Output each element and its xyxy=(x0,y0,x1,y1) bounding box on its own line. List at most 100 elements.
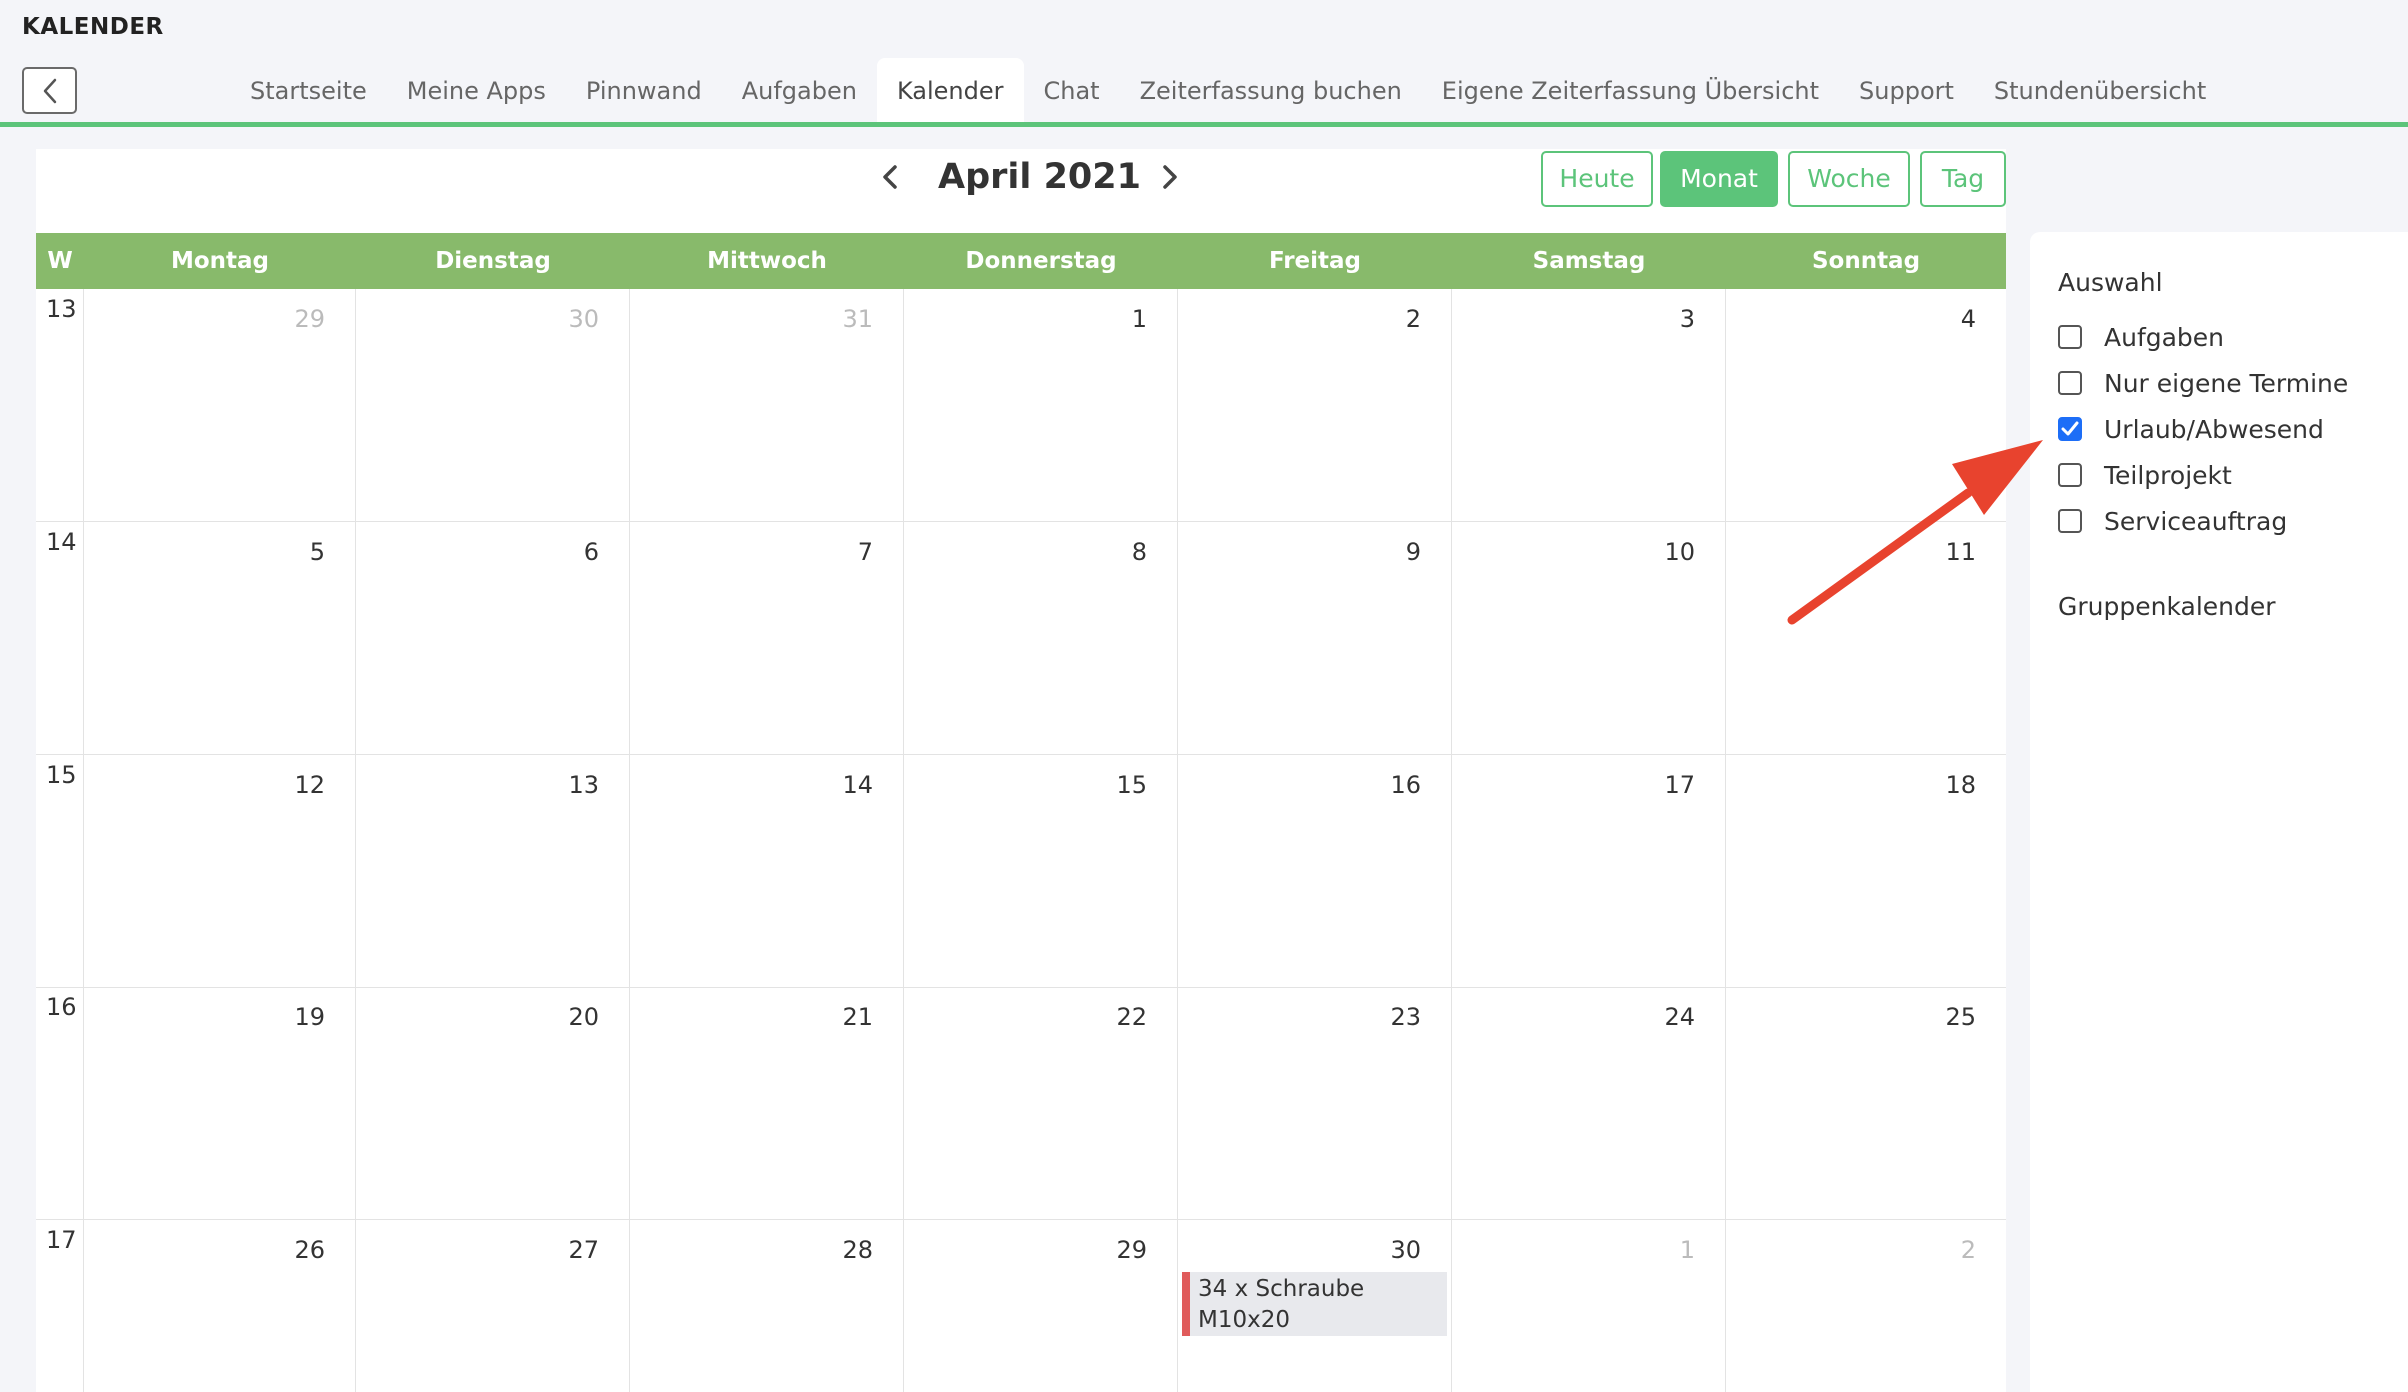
day-cell[interactable]: 3 xyxy=(1452,289,1726,522)
main-navigation: Startseite Meine Apps Pinnwand Aufgaben Kale… xyxy=(230,58,2226,122)
nav-tab-aufgaben[interactable]: Aufgaben xyxy=(722,58,877,122)
week-row: 17 26 27 28 29 30 34 x Schraube M10x20 1 2 xyxy=(36,1220,2006,1392)
checkbox-urlaub-abwesend[interactable] xyxy=(2058,417,2082,441)
day-number: 1 xyxy=(1679,1236,1695,1264)
day-cell[interactable]: 29 xyxy=(904,1220,1178,1392)
today-button[interactable]: Heute xyxy=(1541,151,1653,207)
filter-option-nur-eigene-termine[interactable]: Nur eigene Termine xyxy=(2058,366,2348,400)
nav-tab-support[interactable]: Support xyxy=(1839,58,1974,122)
day-cell[interactable]: 30 xyxy=(356,289,630,522)
day-number: 15 xyxy=(1116,771,1147,799)
day-number: 29 xyxy=(1116,1236,1147,1264)
day-number: 4 xyxy=(1960,305,1976,333)
group-calendar-title: Gruppenkalender xyxy=(2058,592,2276,621)
nav-tab-zeiterfassung-buchen[interactable]: Zeiterfassung buchen xyxy=(1120,58,1422,122)
checkbox-nur-eigene-termine[interactable] xyxy=(2058,371,2082,395)
calendar: April 2021 Heute Monat Woche Tag W Monta… xyxy=(36,149,2006,1392)
day-cell[interactable]: 23 xyxy=(1178,987,1452,1220)
day-cell[interactable]: 15 xyxy=(904,755,1178,988)
day-cell[interactable]: 10 xyxy=(1452,522,1726,755)
checkbox-serviceauftrag[interactable] xyxy=(2058,509,2082,533)
day-number: 17 xyxy=(1664,771,1695,799)
day-cell[interactable]: 8 xyxy=(904,522,1178,755)
day-cell[interactable]: 29 xyxy=(84,289,356,522)
day-cell[interactable]: 1 xyxy=(1452,1220,1726,1392)
day-number: 5 xyxy=(309,538,325,566)
nav-tab-eigene-zeiterfassung-übersicht[interactable]: Eigene Zeiterfassung Übersicht xyxy=(1422,58,1839,122)
nav-tab-startseite[interactable]: Startseite xyxy=(230,58,387,122)
day-cell[interactable]: 24 xyxy=(1452,987,1726,1220)
day-cell[interactable]: 25 xyxy=(1726,987,2006,1220)
day-number: 20 xyxy=(568,1003,599,1031)
day-cell[interactable]: 21 xyxy=(630,987,904,1220)
nav-underline xyxy=(0,122,2408,127)
day-cell[interactable]: 9 xyxy=(1178,522,1452,755)
weekday-header-samstag: Samstag xyxy=(1532,248,1646,274)
selection-title: Auswahl xyxy=(2058,268,2163,297)
filter-option-urlaub-abwesend[interactable]: Urlaub/Abwesend xyxy=(2058,412,2324,446)
day-cell[interactable]: 2 xyxy=(1178,289,1452,522)
nav-tab-stundenübersicht[interactable]: Stundenübersicht xyxy=(1974,58,2226,122)
chevron-right-icon xyxy=(1163,165,1177,189)
filter-option-aufgaben[interactable]: Aufgaben xyxy=(2058,320,2224,354)
day-cell[interactable]: 30 34 x Schraube M10x20 xyxy=(1178,1220,1452,1392)
day-number: 9 xyxy=(1405,538,1421,566)
day-cell[interactable]: 18 xyxy=(1726,755,2006,988)
day-cell[interactable]: 27 xyxy=(356,1220,630,1392)
day-cell[interactable]: 13 xyxy=(356,755,630,988)
month-view-button[interactable]: Monat xyxy=(1660,151,1778,207)
filter-option-teilprojekt[interactable]: Teilprojekt xyxy=(2058,458,2232,492)
nav-tab-meine-apps[interactable]: Meine Apps xyxy=(387,58,566,122)
day-cell[interactable]: 19 xyxy=(84,987,356,1220)
day-cell[interactable]: 31 xyxy=(630,289,904,522)
week-row: 16 19 20 21 22 23 24 25 xyxy=(36,987,2006,1220)
checkbox-aufgaben[interactable] xyxy=(2058,325,2082,349)
day-number: 12 xyxy=(294,771,325,799)
day-cell[interactable]: 20 xyxy=(356,987,630,1220)
day-number: 3 xyxy=(1679,305,1695,333)
week-view-button[interactable]: Woche xyxy=(1788,151,1910,207)
weekday-header-montag: Montag xyxy=(170,248,270,274)
day-cell[interactable]: 1 xyxy=(904,289,1178,522)
day-cell[interactable]: 7 xyxy=(630,522,904,755)
day-cell[interactable]: 12 xyxy=(84,755,356,988)
day-number: 14 xyxy=(842,771,873,799)
filter-sidebar: Auswahl Aufgaben Nur eigene Termine Urlaub… xyxy=(2030,232,2408,1392)
nav-tab-chat[interactable]: Chat xyxy=(1024,58,1120,122)
day-view-button[interactable]: Tag xyxy=(1920,151,2006,207)
day-cell[interactable]: 28 xyxy=(630,1220,904,1392)
filter-option-serviceauftrag[interactable]: Serviceauftrag xyxy=(2058,504,2287,538)
day-cell[interactable]: 14 xyxy=(630,755,904,988)
day-cell[interactable]: 22 xyxy=(904,987,1178,1220)
next-month-button[interactable] xyxy=(1150,157,1190,197)
calendar-event[interactable]: 34 x Schraube M10x20 xyxy=(1182,1272,1447,1336)
prev-month-button[interactable] xyxy=(870,157,910,197)
day-cell[interactable]: 4 xyxy=(1726,289,2006,522)
week-row: 13 29 30 31 1 2 3 4 xyxy=(36,289,2006,522)
day-cell[interactable]: 26 xyxy=(84,1220,356,1392)
day-cell[interactable]: 11 xyxy=(1726,522,2006,755)
day-number: 19 xyxy=(294,1003,325,1031)
back-button[interactable] xyxy=(22,67,77,114)
day-number: 10 xyxy=(1664,538,1695,566)
day-cell[interactable]: 6 xyxy=(356,522,630,755)
week-number-header: W xyxy=(47,248,73,274)
weekday-header-freitag: Freitag xyxy=(1268,248,1362,274)
day-number: 31 xyxy=(842,305,873,333)
day-cell[interactable]: 5 xyxy=(84,522,356,755)
day-cell[interactable]: 2 xyxy=(1726,1220,2006,1392)
day-cell[interactable]: 16 xyxy=(1178,755,1452,988)
app-root: KALENDER Startseite Meine Apps Pinnwand Auf… xyxy=(0,0,2408,1392)
day-number: 8 xyxy=(1131,538,1147,566)
checkmark-icon xyxy=(2061,421,2079,436)
filter-option-label: Teilprojekt xyxy=(2104,460,2232,490)
app-title: KALENDER xyxy=(22,14,164,40)
day-number: 18 xyxy=(1945,771,1976,799)
day-number: 21 xyxy=(842,1003,873,1031)
checkbox-teilprojekt[interactable] xyxy=(2058,463,2082,487)
nav-tab-kalender[interactable]: Kalender xyxy=(876,58,1024,122)
calendar-toolbar: April 2021 Heute Monat Woche Tag xyxy=(36,149,2006,233)
nav-tab-pinnwand[interactable]: Pinnwand xyxy=(566,58,722,122)
day-number: 27 xyxy=(568,1236,599,1264)
day-cell[interactable]: 17 xyxy=(1452,755,1726,988)
